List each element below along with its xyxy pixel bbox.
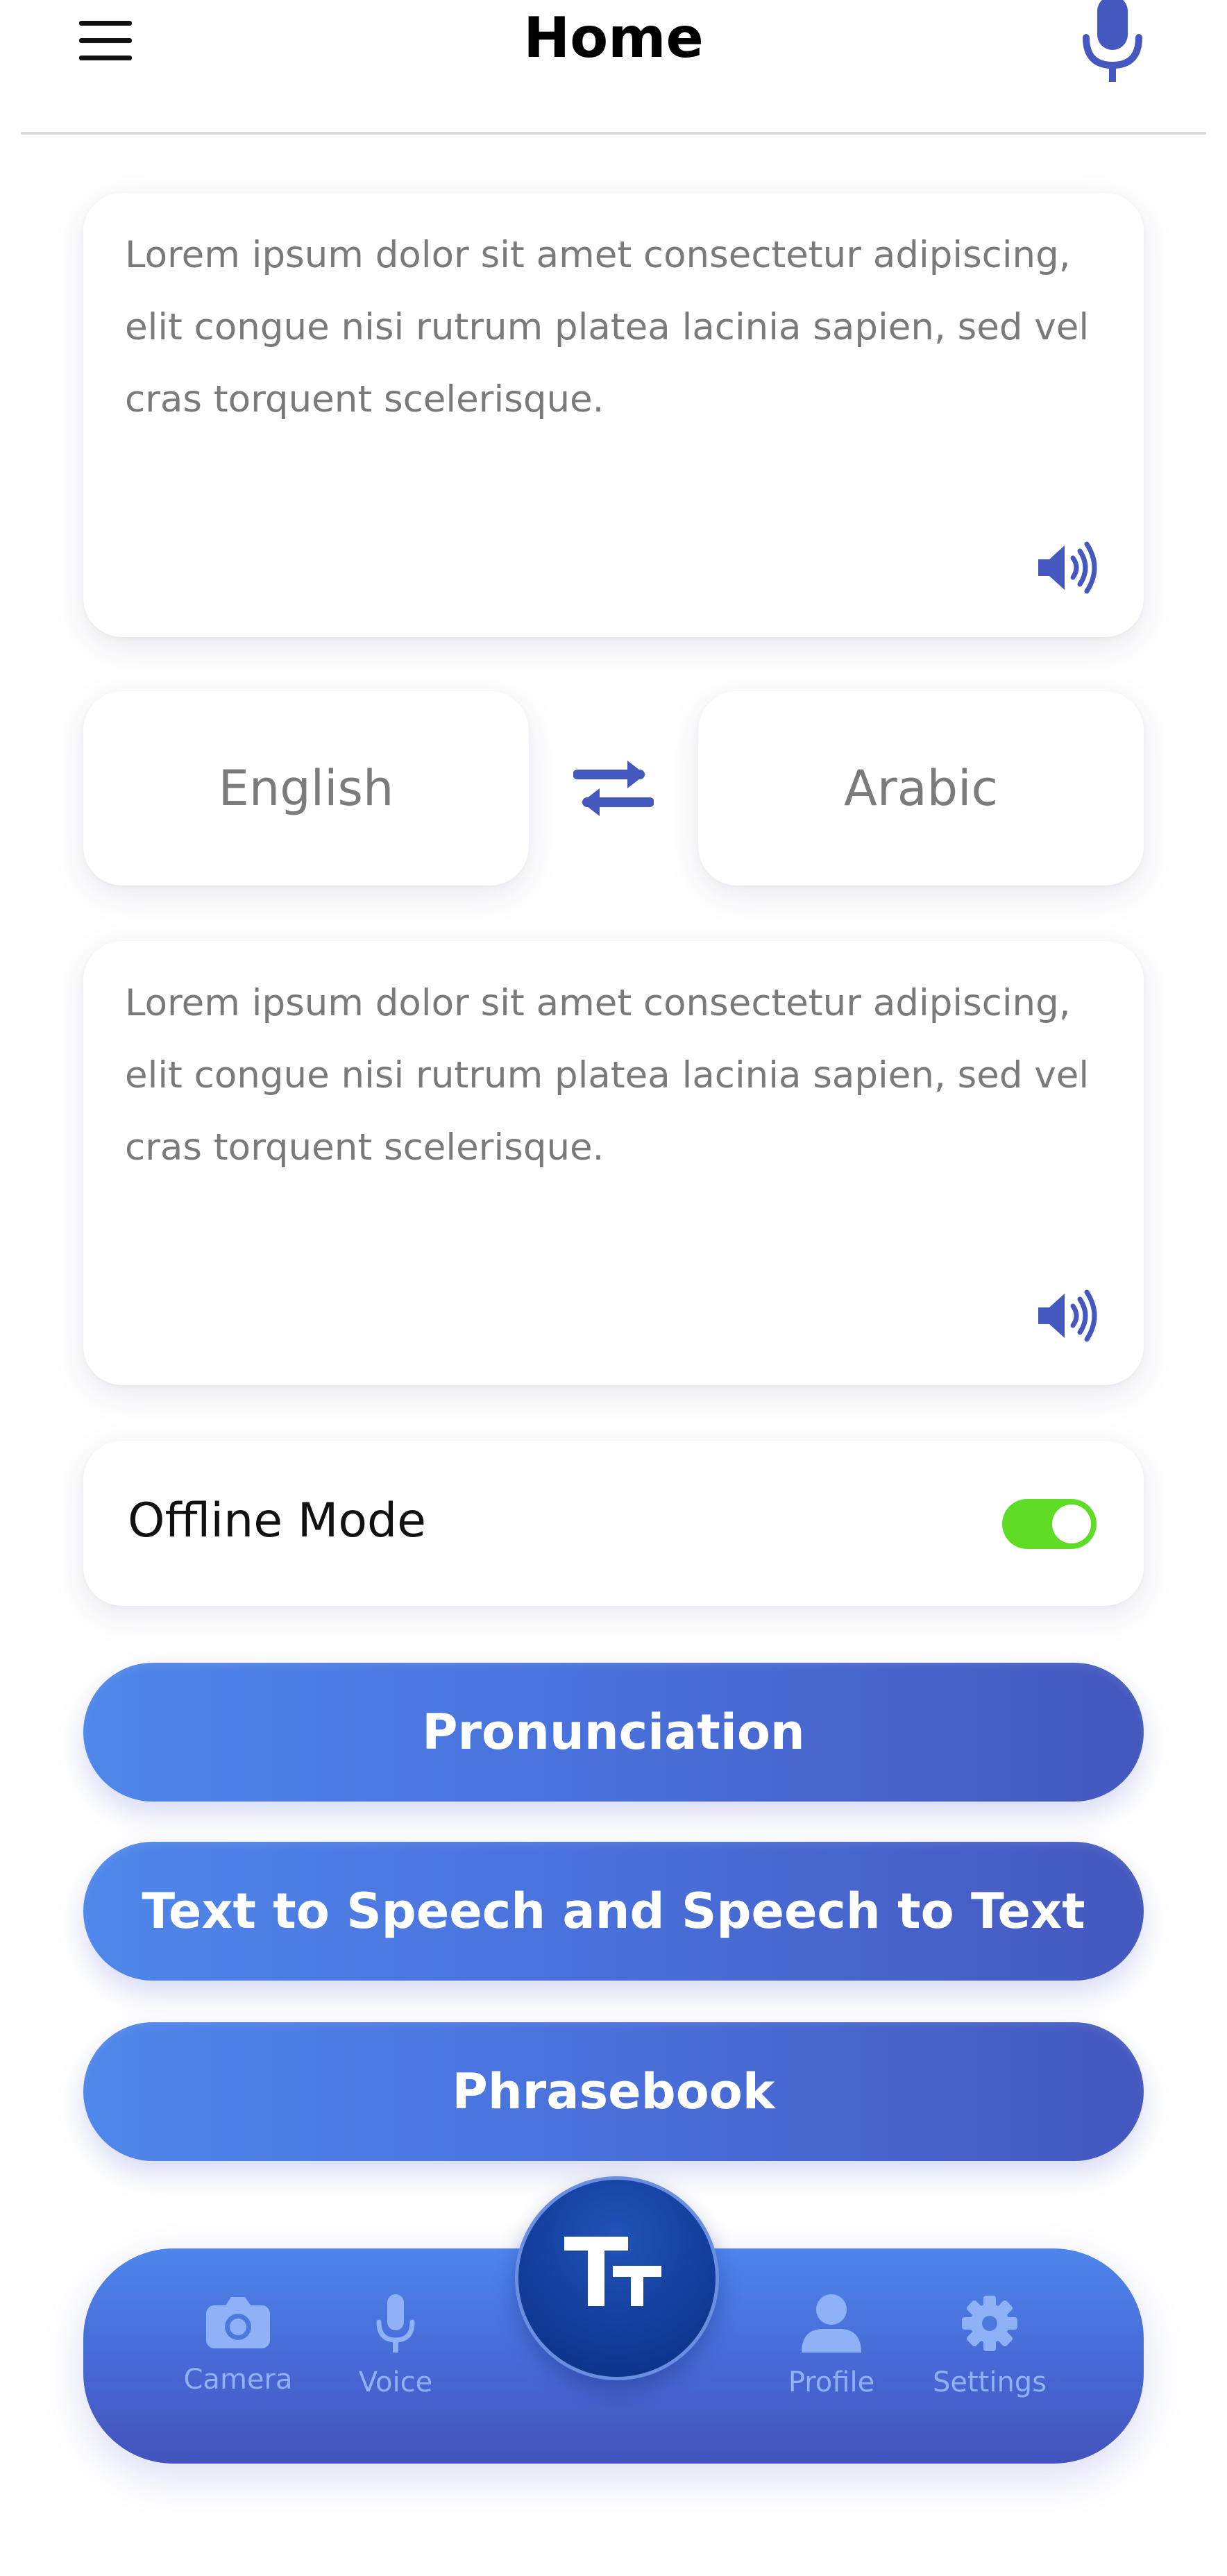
swap-arrows-icon[interactable] <box>573 754 654 823</box>
source-text-card[interactable]: Lorem ipsum dolor sit amet consectetur a… <box>83 193 1144 637</box>
offline-mode-label: Offline Mode <box>128 1493 426 1548</box>
speaker-icon[interactable] <box>1035 540 1102 595</box>
pronunciation-button[interactable]: Pronunciation <box>83 1663 1144 1802</box>
nav-label-camera: Camera <box>183 2364 293 2396</box>
translated-text-card[interactable]: Lorem ipsum dolor sit amet consectetur a… <box>83 941 1144 1385</box>
source-language-selector[interactable]: English <box>83 691 529 886</box>
nav-item-camera[interactable]: Camera <box>169 2294 307 2396</box>
header-divider <box>21 132 1206 135</box>
page-title: Home <box>523 6 704 70</box>
nav-item-settings[interactable]: Settings <box>920 2294 1059 2398</box>
speaker-icon[interactable] <box>1035 1288 1102 1344</box>
toggle-knob <box>1052 1505 1091 1543</box>
microphone-icon <box>376 2294 415 2353</box>
target-language-selector[interactable]: Arabic <box>698 691 1144 886</box>
text-size-fab[interactable] <box>515 2176 719 2380</box>
nav-item-profile[interactable]: Profile <box>762 2294 901 2398</box>
nav-label-profile: Profile <box>788 2366 875 2398</box>
nav-item-voice[interactable]: Voice <box>326 2294 465 2398</box>
user-icon <box>802 2294 861 2353</box>
nav-label-voice: Voice <box>358 2366 433 2398</box>
offline-mode-row: Offline Mode <box>83 1441 1144 1606</box>
source-language-label: English <box>218 760 394 817</box>
text-to-speech-button[interactable]: Text to Speech and Speech to Text <box>83 1842 1144 1981</box>
gear-icon <box>962 2296 1017 2351</box>
microphone-icon[interactable] <box>1079 0 1146 82</box>
translated-text: Lorem ipsum dolor sit amet consectetur a… <box>125 982 1090 1169</box>
target-language-label: Arabic <box>844 760 998 817</box>
nav-label-settings: Settings <box>932 2366 1047 2398</box>
phrasebook-button[interactable]: Phrasebook <box>83 2022 1144 2161</box>
source-text: Lorem ipsum dolor sit amet consectetur a… <box>125 234 1090 421</box>
app-header: Home <box>0 0 1227 135</box>
offline-mode-toggle[interactable] <box>1002 1499 1097 1549</box>
text-size-icon <box>564 2237 661 2306</box>
camera-icon <box>206 2297 270 2348</box>
